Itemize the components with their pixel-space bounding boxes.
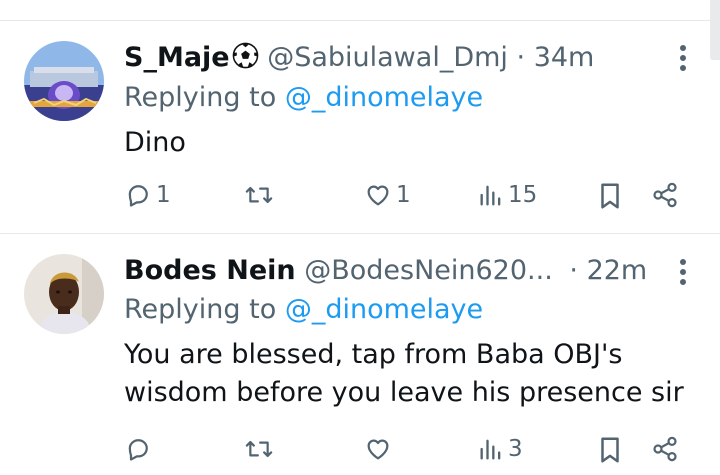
avatar[interactable] [24, 41, 104, 121]
heart-icon [367, 439, 389, 460]
more-options-icon[interactable] [680, 45, 688, 75]
replying-to-label: Replying to [124, 294, 277, 325]
reply-count: 1 [156, 182, 171, 208]
avatar[interactable] [24, 254, 104, 334]
tweet-text: Dino [124, 127, 186, 158]
retweet-button[interactable] [244, 435, 274, 463]
more-options-icon[interactable] [680, 259, 688, 289]
dot-separator: · [516, 42, 526, 73]
dot-separator: · [569, 255, 578, 286]
reply-button[interactable] [124, 435, 152, 463]
bookmark-button[interactable] [597, 435, 623, 465]
mention-link[interactable]: @_dinomelaye [285, 82, 483, 113]
tweet-header: Bodes Nein @BodesNein620... · 22m [124, 254, 647, 288]
display-name[interactable]: S_Maje [124, 42, 230, 73]
reply-button[interactable]: 1 [124, 181, 171, 209]
view-count: 15 [508, 182, 538, 208]
view-count: 3 [508, 436, 523, 462]
timestamp[interactable]: 34m [534, 42, 595, 73]
user-handle[interactable]: @BodesNein620... [304, 255, 553, 286]
like-count: 1 [396, 182, 411, 208]
replying-to: Replying to @_dinomelaye [124, 293, 483, 327]
mention-link[interactable]: @_dinomelaye [285, 294, 483, 325]
timestamp[interactable]: 22m [587, 255, 648, 286]
bookmark-icon [601, 437, 619, 463]
views-icon [480, 185, 501, 206]
share-button[interactable] [651, 181, 679, 209]
user-handle[interactable]: @Sabiulawal_Dmj [267, 42, 508, 73]
heart-icon [367, 185, 389, 206]
bookmark-button[interactable] [597, 181, 623, 211]
share-icon [653, 436, 677, 462]
tweet-reply-1[interactable]: S_Maje @Sabiulawal_Dmj · 34m Replying to… [0, 21, 720, 233]
share-button[interactable] [651, 435, 679, 463]
soccer-ball-icon [232, 42, 258, 69]
share-icon [653, 182, 677, 208]
tweet-text: You are blessed, tap from Baba OBJ's wis… [124, 339, 684, 408]
like-button[interactable]: 1 [364, 181, 411, 209]
retweet-icon [245, 440, 273, 458]
replying-to: Replying to @_dinomelaye [124, 81, 483, 115]
retweet-button[interactable] [244, 181, 274, 209]
tweet-header: S_Maje @Sabiulawal_Dmj · 34m [124, 41, 594, 75]
tweet-reply-2[interactable]: Bodes Nein @BodesNein620... · 22m Replyi… [0, 234, 720, 475]
like-button[interactable] [364, 435, 392, 463]
views-button[interactable]: 3 [478, 435, 523, 463]
reply-icon [128, 439, 148, 461]
replying-to-label: Replying to [124, 82, 277, 113]
display-name[interactable]: Bodes Nein [124, 255, 296, 286]
reply-icon [128, 185, 148, 207]
views-icon [480, 439, 501, 460]
bookmark-icon [601, 183, 619, 209]
retweet-icon [245, 186, 273, 204]
views-button[interactable]: 15 [478, 181, 537, 209]
